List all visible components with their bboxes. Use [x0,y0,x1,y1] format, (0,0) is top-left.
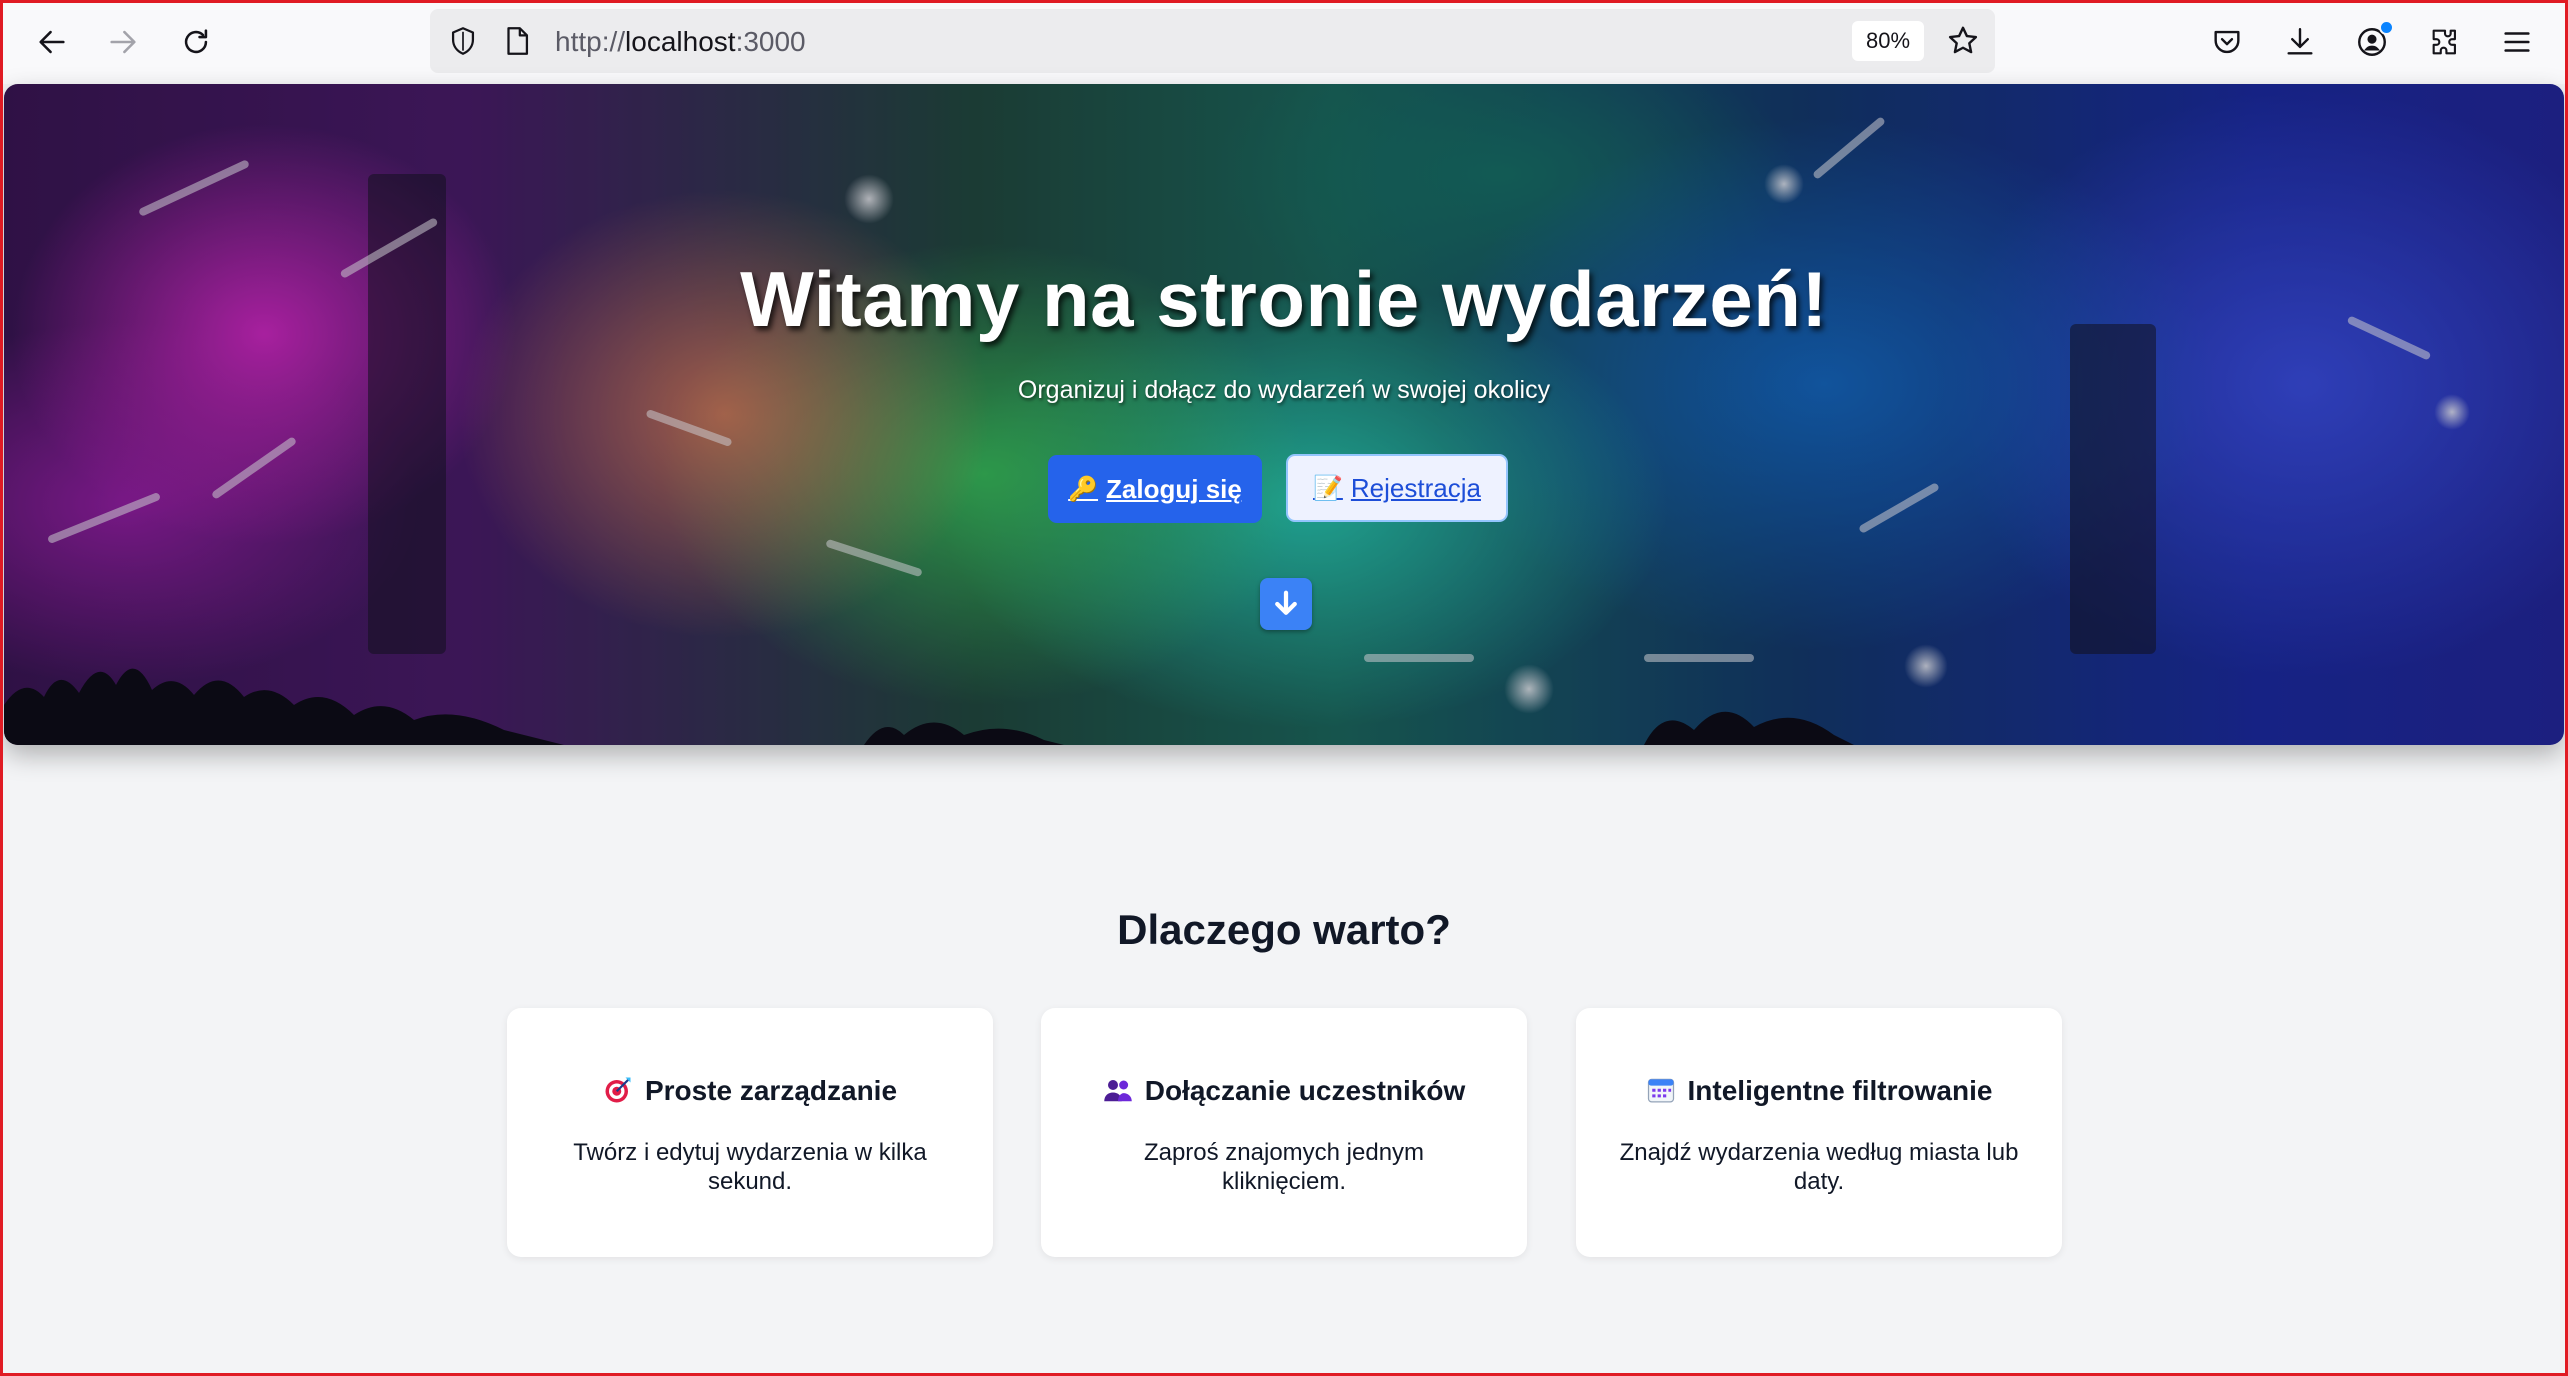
pocket-icon [2214,30,2240,54]
notification-dot [2379,20,2394,35]
feature-card-title: Dołączanie uczestników [1144,1075,1466,1106]
feature-card-participants: Dołączanie uczestników Zaproś znajomych … [1041,1008,1527,1257]
bookmark-star-icon[interactable] [1945,23,1981,59]
url-prefix: http:// [555,26,626,57]
hero-title: Witamy na stronie wydarzeń! [740,255,1828,343]
feature-card-text: Zaproś znajomych jednym kliknięciem. [1143,1139,1425,1195]
features-title: Dlaczego warto? [1117,906,1451,953]
url-host: localhost [625,26,736,57]
reload-button[interactable] [172,18,220,66]
people-icon [1103,1080,1132,1102]
feature-card-text: Twórz i edytuj wydarzenia w kilka sekund… [573,1139,927,1195]
memo-icon: 📝 [1313,474,1343,502]
downloads-button[interactable] [2276,18,2324,66]
reload-icon [184,29,208,54]
feature-card-heading: Dołączanie uczestników [1041,1075,1527,1107]
register-button-label: Rejestracja [1350,472,1481,503]
feature-card-heading: Proste zarządzanie [507,1075,993,1107]
url-text[interactable]: http://localhost:3000 [555,26,806,58]
key-icon: 🔑 [1068,475,1099,503]
pocket-button[interactable] [2203,18,2251,66]
hero-content: Witamy na stronie wydarzeń! Organizuj i … [4,84,2564,745]
forward-icon [110,30,136,54]
url-port: :3000 [735,26,806,57]
zoom-level-button[interactable]: 80% [1852,21,1925,61]
feature-card-heading: Inteligentne filtrowanie [1576,1075,2062,1107]
extensions-button[interactable] [2421,18,2469,66]
login-button-label: Zaloguj się [1106,473,1242,504]
page-icon[interactable] [500,24,534,58]
feature-card-text: Znajdź wydarzenia według miasta lub daty… [1619,1139,2019,1195]
hero-section: Witamy na stronie wydarzeń! Organizuj i … [4,84,2564,745]
back-button[interactable] [28,18,76,66]
extensions-icon [2432,29,2456,55]
account-button[interactable] [2348,18,2396,66]
back-icon [39,30,65,54]
calendar-icon [1647,1078,1674,1103]
login-button[interactable]: 🔑 Zaloguj się [1048,455,1262,523]
feature-card-title: Inteligentne filtrowanie [1687,1075,1993,1106]
menu-icon [2504,32,2530,52]
hero-subtitle: Organizuj i dołącz do wydarzeń w swojej … [1017,376,1551,404]
arrow-down-icon [1275,590,1297,615]
forward-button[interactable] [99,18,147,66]
register-button[interactable]: 📝 Rejestracja [1286,454,1508,522]
feature-card-filtering: Inteligentne filtrowanie Znajdź wydarzen… [1576,1008,2062,1257]
feature-card-management: Proste zarządzanie Twórz i edytuj wydarz… [507,1008,993,1257]
feature-card-title: Proste zarządzanie [644,1075,898,1106]
shield-icon[interactable] [446,24,480,58]
url-bar[interactable]: http://localhost:3000 80% [430,9,1995,73]
browser-toolbar: http://localhost:3000 80% [0,0,2568,84]
scroll-down-button[interactable] [1260,578,1312,630]
app-menu-button[interactable] [2493,18,2541,66]
target-icon [605,1077,631,1103]
download-icon [2287,28,2313,55]
